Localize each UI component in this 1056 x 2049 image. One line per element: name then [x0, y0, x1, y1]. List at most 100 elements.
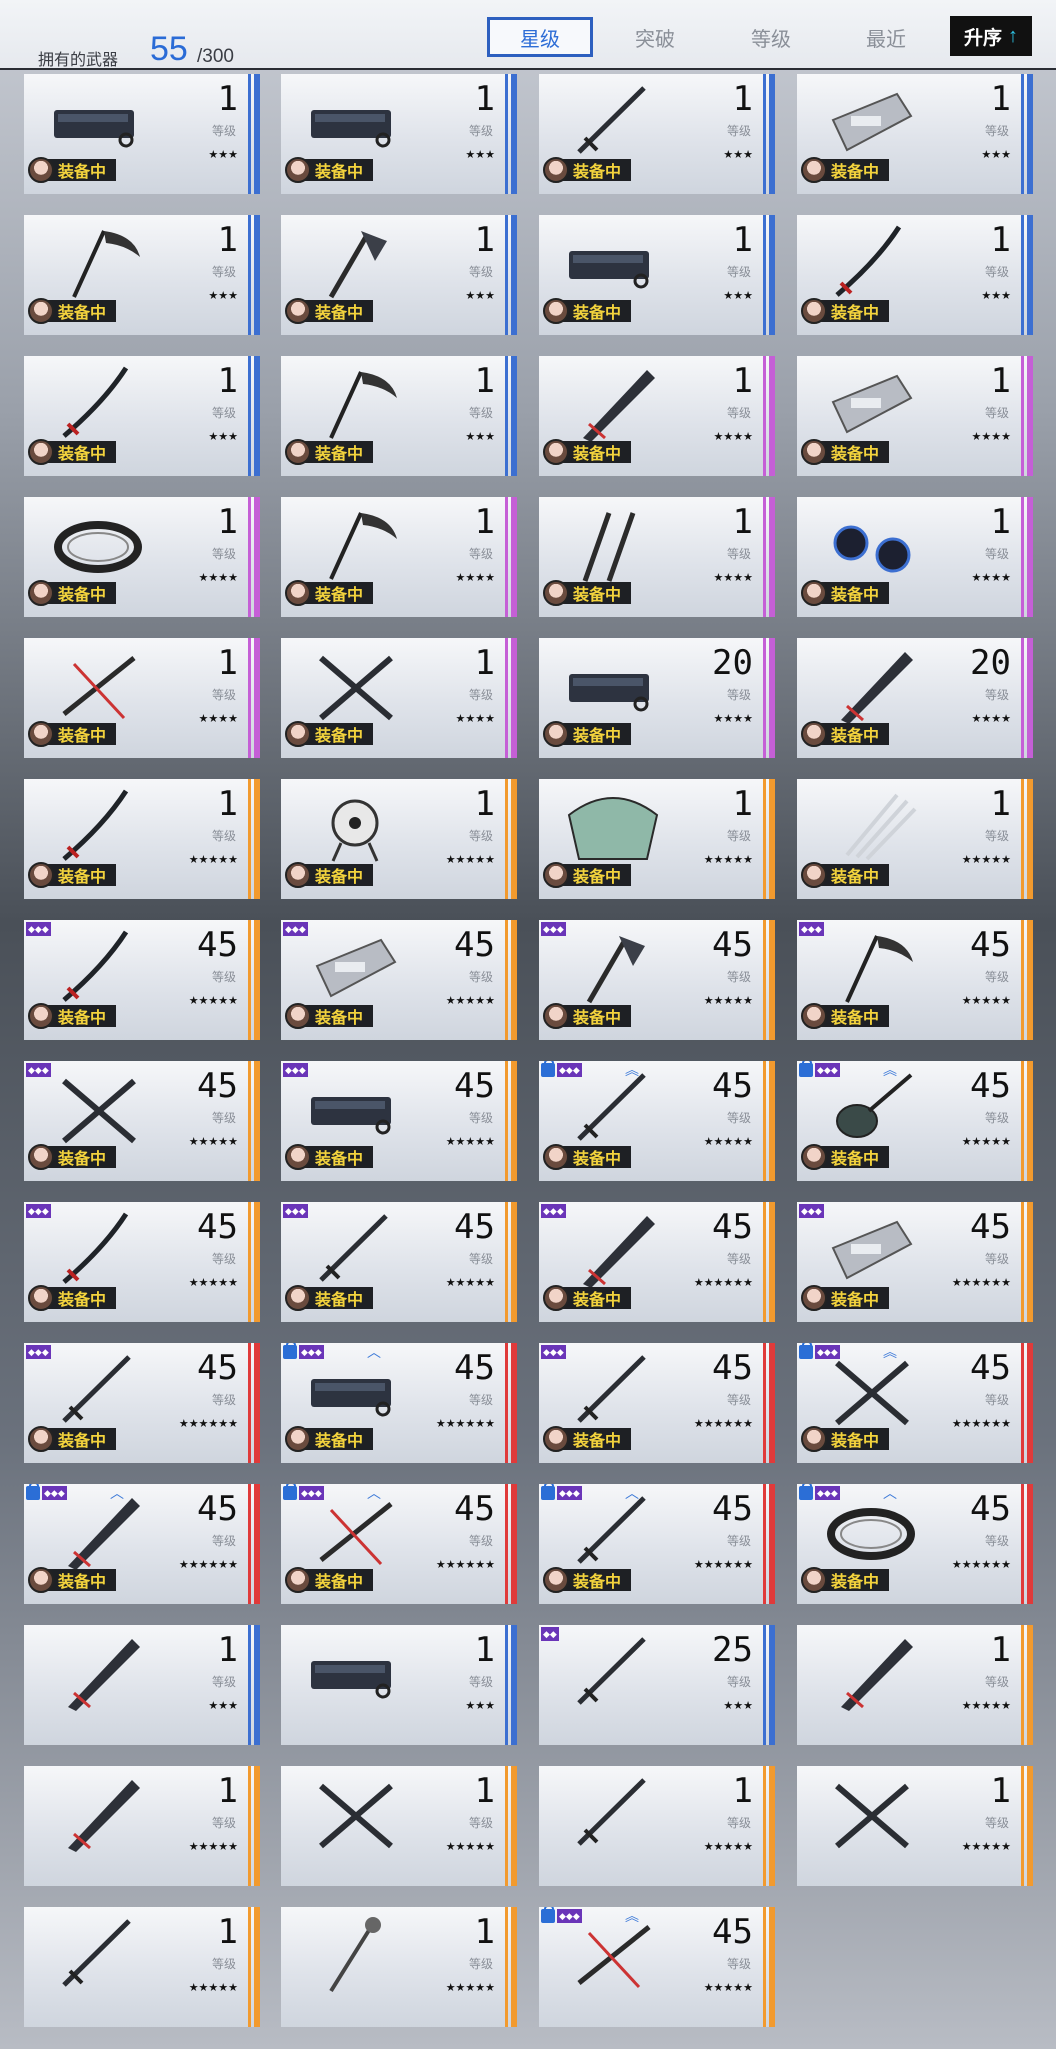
lock-icon[interactable]	[26, 1484, 40, 1500]
weapon-card[interactable]: 1 等级 ★★★★ 装备中	[539, 497, 775, 617]
weapon-card[interactable]: 1 等级 ★★★★ 装备中	[797, 356, 1033, 476]
weapon-card[interactable]: 1 等级 ★★★ 装备中	[24, 215, 260, 335]
weapon-card[interactable]: 1 等级 ★★★★★	[539, 1766, 775, 1886]
weapon-level: 1	[474, 361, 495, 401]
weapon-card[interactable]: 1 等级 ★★★★ 装备中	[281, 497, 517, 617]
weapon-card[interactable]: 20 等级 ★★★★ 装备中	[539, 638, 775, 758]
weapon-card[interactable]: ◆◆◆ 45 等级 ★★★★★ 装备中	[281, 1202, 517, 1322]
weapon-card[interactable]: ◆◆◆ ︿ 45 等级 ★★★★★★ 装备中	[281, 1343, 517, 1463]
weapon-card[interactable]: 1 等级 ★★★	[24, 1625, 260, 1745]
weapon-sword-icon	[577, 1778, 646, 1846]
weapon-sword-icon	[62, 1355, 131, 1423]
weapon-sword-icon	[577, 1637, 646, 1705]
weapon-card[interactable]: 1 等级 ★★★★ 装备中	[24, 638, 260, 758]
weapon-card[interactable]: 1 等级 ★★★★★ 装备中	[797, 779, 1033, 899]
weapon-card[interactable]: 1 等级 ★★★	[281, 1625, 517, 1745]
weapon-card[interactable]: 1 等级 ★★★★★ 装备中	[539, 779, 775, 899]
equipped-indicator: 装备中	[801, 1002, 890, 1030]
weapon-card[interactable]: ◆◆◆ ︽ 45 等级 ★★★★★★ 装备中	[797, 1343, 1033, 1463]
weapon-card[interactable]: ◆◆◆ 45 等级 ★★★★★ 装备中	[281, 1061, 517, 1181]
weapon-card[interactable]: 20 等级 ★★★★ 装备中	[797, 638, 1033, 758]
lock-icon[interactable]	[283, 1343, 297, 1359]
weapon-card[interactable]: ◆◆◆ ︿ 45 等级 ★★★★★★ 装备中	[539, 1484, 775, 1604]
weapon-card[interactable]: ◆◆◆ 45 等级 ★★★★★★ 装备中	[797, 1202, 1033, 1322]
weapon-card[interactable]: 1 等级 ★★★★★	[797, 1766, 1033, 1886]
weapon-card[interactable]: 1 等级 ★★★ 装备中	[539, 215, 775, 335]
weapon-greatsword-icon	[583, 1216, 655, 1288]
avatar	[543, 1144, 569, 1170]
equipped-indicator: 装备中	[285, 1425, 374, 1453]
rarity-stripe	[503, 497, 517, 617]
lock-icon[interactable]	[283, 1484, 297, 1500]
weapon-level: 45	[197, 925, 238, 965]
lock-icon[interactable]	[799, 1061, 813, 1077]
weapon-card[interactable]: 1 等级 ★★★ 装备中	[24, 356, 260, 476]
refine-rank-icon: ◆◆◆	[26, 1345, 51, 1359]
avatar	[285, 439, 311, 465]
refine-rank-icon: ◆◆◆	[557, 1063, 582, 1077]
lock-icon[interactable]	[541, 1484, 555, 1500]
weapon-card[interactable]: ◆◆◆ 45 等级 ★★★★★★ 装备中	[539, 1202, 775, 1322]
weapon-level: 45	[712, 1912, 753, 1952]
weapon-card[interactable]: 1 等级 ★★★★★	[281, 1907, 517, 2027]
weapon-card[interactable]: ◆◆◆ 45 等级 ★★★★★ 装备中	[281, 920, 517, 1040]
badges: ◆◆◆	[26, 1484, 67, 1500]
lock-icon[interactable]	[541, 1907, 555, 1923]
weapon-level: 1	[474, 643, 495, 683]
weapon-card[interactable]: 1 等级 ★★★ 装备中	[797, 215, 1033, 335]
weapon-card[interactable]: ◆◆◆ 45 等级 ★★★★★ 装备中	[24, 1202, 260, 1322]
level-label: 等级	[211, 1816, 236, 1830]
weapon-card[interactable]: 1 等级 ★★★★★	[24, 1766, 260, 1886]
weapon-card[interactable]: 1 等级 ★★★★★	[24, 1907, 260, 2027]
weapon-card[interactable]: ◆◆◆ ︿ 45 等级 ★★★★★★ 装备中	[281, 1484, 517, 1604]
weapon-card[interactable]: ◆◆◆ 45 等级 ★★★★★ 装备中	[797, 920, 1033, 1040]
weapon-sword-icon	[577, 1073, 646, 1141]
weapon-card[interactable]: 1 等级 ★★★ 装备中	[281, 74, 517, 194]
weapon-card[interactable]: ◆◆◆ ︽ 45 等级 ★★★★★	[539, 1907, 775, 2027]
weapon-card[interactable]: 1 等级 ★★★ 装备中	[281, 356, 517, 476]
lock-icon[interactable]	[541, 1061, 555, 1077]
avatar	[801, 1426, 827, 1452]
refine-rank-icon: ◆◆◆	[541, 922, 566, 936]
weapon-level: 1	[217, 1912, 238, 1952]
weapon-card[interactable]: 1 等级 ★★★★ 装备中	[797, 497, 1033, 617]
star-rating: ★★★★★	[703, 854, 753, 866]
weapon-card[interactable]: 1 等级 ★★★ 装备中	[797, 74, 1033, 194]
star-rating: ★★★★★	[188, 1841, 238, 1853]
weapon-card[interactable]: 1 等级 ★★★ 装备中	[24, 74, 260, 194]
weapon-card[interactable]: 1 等级 ★★★★★ 装备中	[281, 779, 517, 899]
lock-icon[interactable]	[799, 1343, 813, 1359]
weapon-card[interactable]: 1 等级 ★★★★ 装备中	[281, 638, 517, 758]
weapon-card[interactable]: 1 等级 ★★★★★	[281, 1766, 517, 1886]
weapon-card[interactable]: ◆◆◆ ︽ 45 等级 ★★★★★ 装备中	[539, 1061, 775, 1181]
rarity-stripe	[246, 1766, 260, 1886]
weapon-card[interactable]: ◆◆◆ ︿ 45 等级 ★★★★★★ 装备中	[24, 1484, 260, 1604]
weapon-card[interactable]: ◆◆◆ 45 等级 ★★★★★ 装备中	[24, 1061, 260, 1181]
equipped-indicator: 装备中	[28, 579, 117, 607]
lock-icon[interactable]	[799, 1484, 813, 1500]
weapon-card[interactable]: 1 等级 ★★★★ 装备中	[539, 356, 775, 476]
weapon-level: 1	[990, 502, 1011, 542]
star-rating: ★★★	[723, 1700, 753, 1712]
weapon-card[interactable]: 1 等级 ★★★ 装备中	[539, 74, 775, 194]
weapon-card[interactable]: ◆◆◆ ︽ 45 等级 ★★★★★ 装备中	[797, 1061, 1033, 1181]
weapon-card[interactable]: ◆◆◆ 45 等级 ★★★★★ 装备中	[24, 920, 260, 1040]
rarity-stripe	[1019, 356, 1033, 476]
weapon-card[interactable]: ◆◆ 25 等级 ★★★	[539, 1625, 775, 1745]
weapon-card[interactable]: ◆◆◆ 45 等级 ★★★★★ 装备中	[539, 920, 775, 1040]
weapon-card[interactable]: 1 等级 ★★★ 装备中	[281, 215, 517, 335]
weapon-level: 45	[970, 1489, 1011, 1529]
weapon-card[interactable]: ◆◆◆ ︿ 45 等级 ★★★★★★ 装备中	[797, 1484, 1033, 1604]
weapon-level: 1	[474, 502, 495, 542]
weapon-katana-icon	[62, 1212, 129, 1284]
equipped-indicator: 装备中	[543, 1284, 632, 1312]
rarity-stripe	[246, 920, 260, 1040]
weapon-scythe-icon	[329, 371, 397, 439]
weapon-card[interactable]: ◆◆◆ 45 等级 ★★★★★★ 装备中	[24, 1343, 260, 1463]
weapon-grid: 1 等级 ★★★ 装备中 1 等级 ★★★ 装备中 1 等级 ★★★ 装备中 1 等级 ★★★ 装备中 1 等级 ★…	[0, 0, 1056, 2049]
weapon-card[interactable]: 1 等级 ★★★★ 装备中	[24, 497, 260, 617]
weapon-card[interactable]: 1 等级 ★★★★★	[797, 1625, 1033, 1745]
weapon-card[interactable]: 1 等级 ★★★★★ 装备中	[24, 779, 260, 899]
weapon-card[interactable]: ◆◆◆ 45 等级 ★★★★★★ 装备中	[539, 1343, 775, 1463]
rarity-stripe	[503, 74, 517, 194]
